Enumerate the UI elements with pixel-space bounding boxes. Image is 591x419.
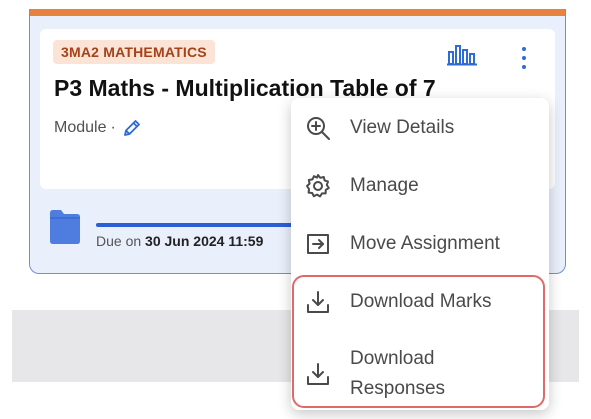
menu-item-label: Manage [350, 175, 419, 196]
menu-item-label-line1: Download [350, 348, 435, 369]
menu-item-label: Move Assignment [350, 233, 500, 254]
due-date-value: 30 Jun 2024 11:59 [145, 233, 264, 249]
assignment-type-row: Module · [54, 118, 142, 138]
type-separator: · [110, 119, 116, 136]
menu-item-label-line2: Responses [350, 378, 446, 399]
menu-item-label: Download Marks [350, 291, 492, 312]
bar-chart-icon[interactable] [446, 42, 478, 66]
context-menu: View Details Manage Move Assignment Down… [291, 98, 549, 410]
move-icon [307, 234, 329, 254]
assignment-type-label: Module [54, 119, 107, 136]
pencil-icon[interactable] [122, 118, 142, 138]
menu-item-view-details[interactable]: View Details [291, 113, 549, 143]
more-options-button[interactable] [509, 38, 539, 78]
due-date-text: Due on 30 Jun 2024 11:59 [96, 233, 264, 249]
folder-icon [50, 210, 80, 244]
subject-badge: 3MA2 MATHEMATICS [53, 40, 215, 64]
progress-bar [96, 223, 296, 227]
zoom-in-icon [307, 117, 330, 140]
more-vertical-icon [522, 47, 526, 51]
download-icon [307, 291, 329, 313]
download-icon [307, 363, 329, 385]
menu-item-download-marks[interactable]: Download Marks [291, 287, 549, 317]
menu-item-download-responses[interactable]: Download Responses [291, 344, 549, 404]
menu-item-move-assignment[interactable]: Move Assignment [291, 229, 549, 259]
menu-item-label: View Details [350, 117, 455, 138]
card-accent-bar [30, 9, 565, 16]
menu-item-manage[interactable]: Manage [291, 171, 549, 201]
gear-icon [306, 174, 330, 198]
